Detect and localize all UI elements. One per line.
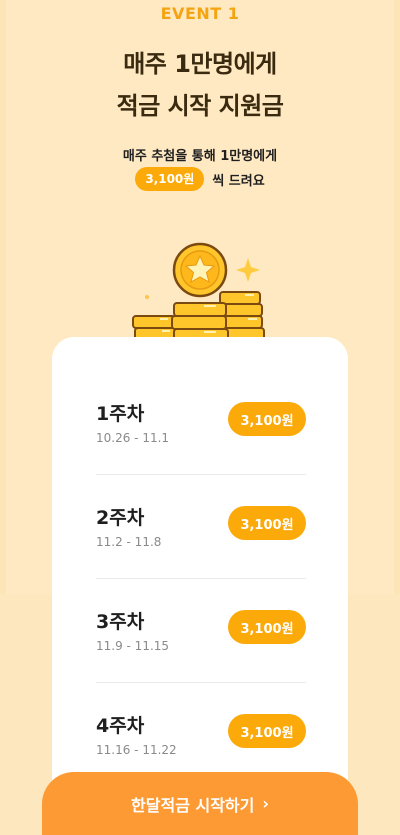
week-row-2: 2주차 11.2 - 11.8 3,100원 [96,503,306,607]
subtext: 매주 추첨을 통해 1만명에게 [122,149,278,164]
headline-line-1: 매주 1만명에게 [123,50,277,78]
start-saving-button[interactable]: 한달적금 시작하기 › [42,772,358,835]
divider [96,682,306,683]
week-title: 4주차 [96,715,145,737]
amount-line: 3,100원 씩 드려요 [0,167,400,191]
week-amount-badge: 3,100원 [228,610,306,644]
sparkle-icon [236,258,260,282]
week-amount-badge: 3,100원 [228,506,306,540]
week-dates: 10.26 - 11.1 [96,431,170,445]
week-dates: 11.2 - 11.8 [96,535,162,549]
amount-badge: 3,100원 [135,167,205,191]
week-row-1: 1주차 10.26 - 11.1 3,100원 [96,399,306,503]
sparkle-dot-icon [145,295,149,299]
week-title: 3주차 [96,611,145,633]
event-tag: EVENT 1 [160,4,240,23]
chevron-right-icon: › [262,794,269,813]
week-dates: 11.9 - 11.15 [96,639,170,653]
week-amount-badge: 3,100원 [228,714,306,748]
star-coin-icon [172,242,228,298]
weekly-reward-card: 1주차 10.26 - 11.1 3,100원 2주차 11.2 - 11.8 … [52,337,348,835]
week-title: 2주차 [96,507,145,529]
headline-line-2: 적금 시작 지원금 [116,92,284,120]
divider [96,578,306,579]
divider [96,474,306,475]
week-row-3: 3주차 11.9 - 11.15 3,100원 [96,607,306,711]
start-saving-label: 한달적금 시작하기 [131,795,255,815]
week-amount-badge: 3,100원 [228,402,306,436]
week-title: 1주차 [96,403,145,425]
week-dates: 11.16 - 11.22 [96,743,177,757]
amount-suffix: 씩 드려요 [212,173,265,189]
